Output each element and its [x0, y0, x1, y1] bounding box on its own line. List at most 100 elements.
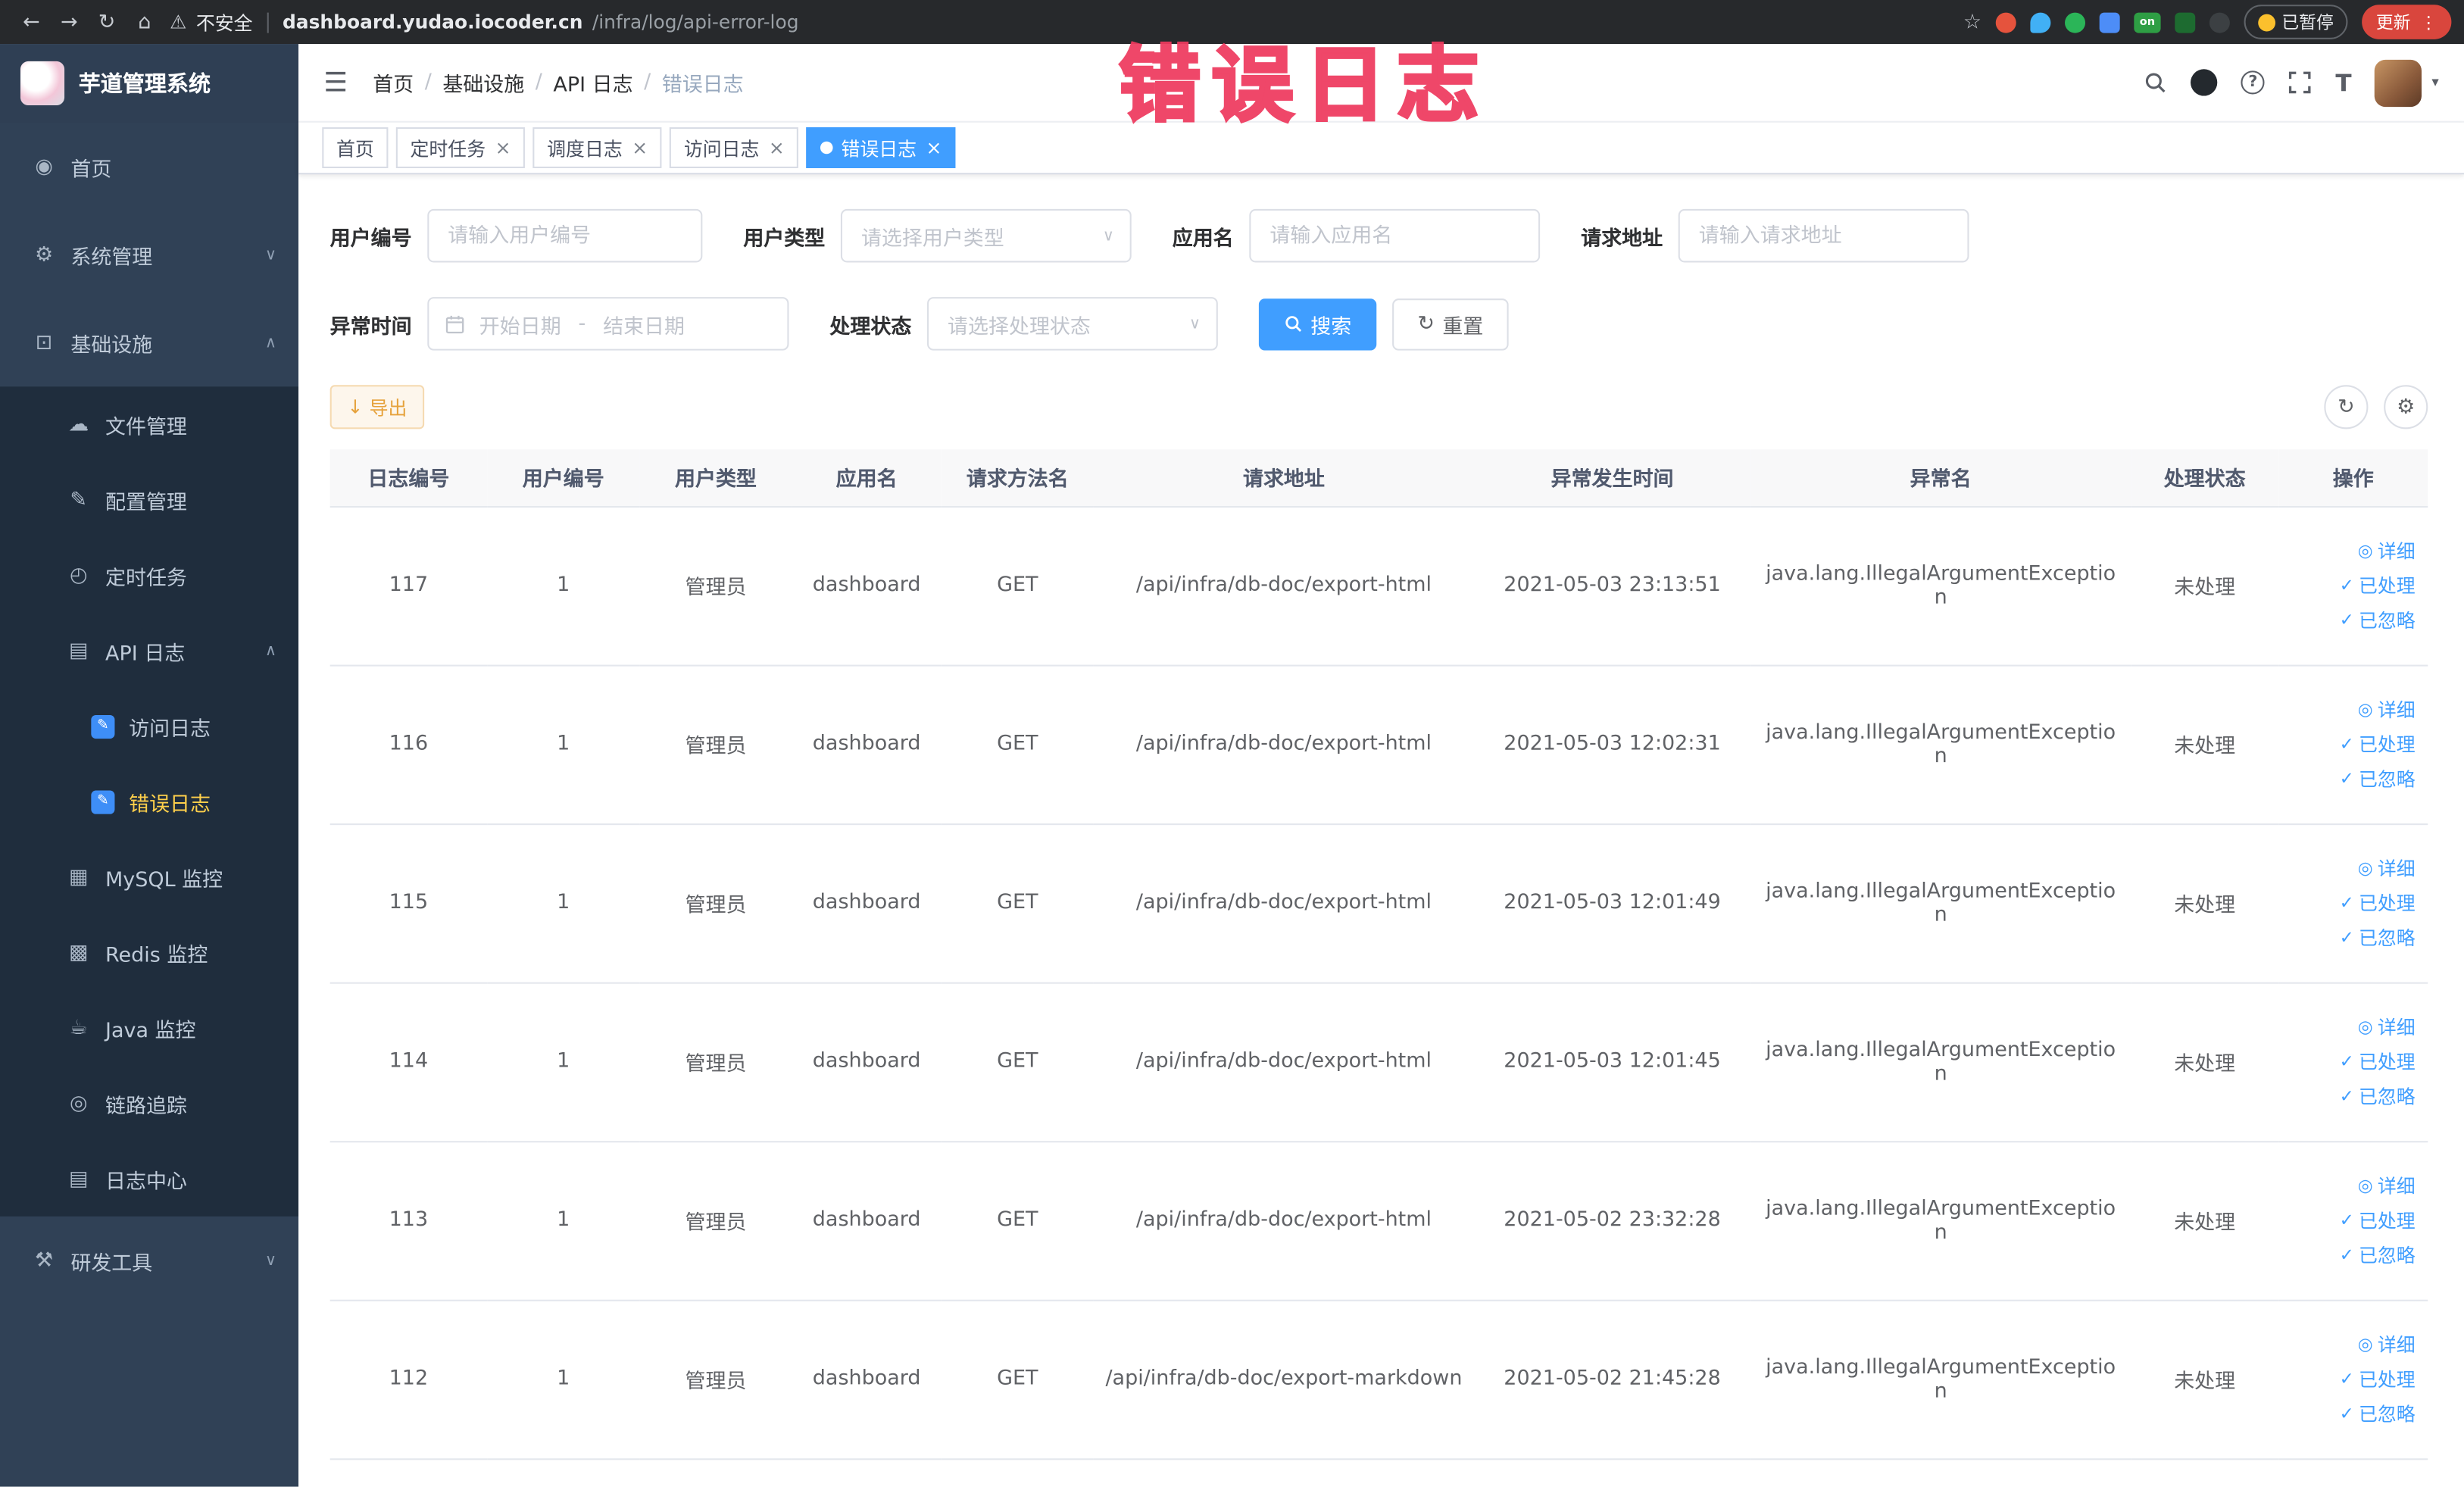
monitor-icon: ⊡	[35, 330, 53, 355]
forward-icon[interactable]: →	[50, 10, 88, 33]
tab-label: 首页	[336, 137, 374, 160]
detail-link[interactable]: ◎ 详细	[2358, 855, 2416, 882]
sidebar-item-scheduled-tasks[interactable]: ◴ 定时任务	[0, 538, 298, 614]
sidebar-item-file-management[interactable]: ☁ 文件管理	[0, 386, 298, 462]
detail-label: 详细	[2377, 1017, 2416, 1039]
processed-link[interactable]: ✓ 已处理	[2340, 1366, 2416, 1392]
back-icon[interactable]: ←	[13, 10, 51, 33]
exception-time-range[interactable]: 开始日期 - 结束日期	[427, 297, 789, 351]
screen: ← → ↻ ⌂ ⚠ 不安全 dashboard.yudao.iocoder.cn…	[0, 0, 2464, 1487]
sidebar-item-label: 文件管理	[105, 415, 187, 439]
breadcrumb-infrastructure[interactable]: 基础设施	[442, 67, 524, 98]
extension-icon-3[interactable]	[2065, 11, 2086, 33]
github-icon[interactable]	[2191, 69, 2218, 96]
address-bar[interactable]: ⚠ 不安全 dashboard.yudao.iocoder.cn/infra/l…	[170, 8, 798, 35]
table-row: 115 1 管理员 dashboard GET /api/infra/db-do…	[329, 823, 2428, 983]
processed-link[interactable]: ✓ 已处理	[2340, 889, 2416, 916]
sidebar-item-system-management[interactable]: ⚙ 系统管理 ∨	[0, 211, 298, 298]
detail-link[interactable]: ◎ 详细	[2358, 1173, 2416, 1199]
home-icon[interactable]: ⌂	[126, 10, 164, 33]
ignored-link[interactable]: ✓ 已忽略	[2340, 924, 2416, 951]
app-logo[interactable]: 芋道管理系统	[0, 44, 299, 123]
search-button[interactable]: 搜索	[1258, 298, 1377, 350]
sidebar-item-config-management[interactable]: ✎ 配置管理	[0, 462, 298, 538]
close-icon[interactable]: ×	[495, 136, 511, 158]
tab-access-log[interactable]: 访问日志 ×	[670, 127, 799, 168]
breadcrumb-home[interactable]: 首页	[373, 67, 414, 98]
process-status-select[interactable]: 请选择处理状态 ∨	[927, 297, 1218, 351]
export-button[interactable]: ↓ 导出	[329, 385, 425, 430]
detail-link[interactable]: ◎ 详细	[2358, 696, 2416, 723]
detail-link[interactable]: ◎ 详细	[2358, 1331, 2416, 1357]
refresh-button[interactable]: ↻	[2324, 385, 2369, 430]
close-icon[interactable]: ×	[769, 136, 785, 158]
detail-label: 详细	[2377, 540, 2416, 563]
search-icon[interactable]	[2144, 70, 2167, 94]
cell-exception-name: java.lang.IllegalArgumentException	[1750, 982, 2131, 1142]
reload-icon[interactable]: ↻	[88, 10, 126, 33]
sidebar-item-java-monitor[interactable]: ☕ Java 监控	[0, 990, 298, 1066]
cell-user-id: 1	[487, 982, 640, 1142]
extension-icon-2[interactable]	[2030, 11, 2051, 33]
detail-label: 详细	[2377, 699, 2416, 722]
paused-button[interactable]: 已暂停	[2244, 5, 2348, 39]
ignored-link[interactable]: ✓ 已忽略	[2340, 765, 2416, 792]
tab-scheduled-tasks[interactable]: 定时任务 ×	[395, 127, 526, 168]
sidebar-item-mysql-monitor[interactable]: ▦ MySQL 监控	[0, 839, 298, 915]
close-icon[interactable]: ×	[926, 136, 942, 158]
sidebar-item-label: 首页	[70, 158, 112, 182]
tab-home[interactable]: 首页	[322, 127, 389, 168]
sidebar-item-api-logs[interactable]: ▤ API 日志 ∧	[0, 613, 298, 689]
sidebar-item-dev-tools[interactable]: ⚒ 研发工具 ∨	[0, 1217, 298, 1304]
font-size-icon[interactable]: T	[2335, 68, 2351, 96]
extension-icon-6[interactable]	[2209, 11, 2230, 33]
sidebar-item-home[interactable]: ◉ 首页	[0, 123, 298, 211]
check-icon: ✓	[2339, 1403, 2354, 1424]
close-icon[interactable]: ×	[632, 136, 648, 158]
breadcrumb-api-logs[interactable]: API 日志	[553, 67, 632, 98]
check-icon: ✓	[2339, 1245, 2354, 1266]
caret-down-icon[interactable]: ▾	[2431, 75, 2438, 91]
sidebar-item-infrastructure[interactable]: ⊡ 基础设施 ∧	[0, 298, 298, 386]
request-url-input[interactable]	[1678, 208, 1969, 263]
sidebar-item-link-tracing[interactable]: ◎ 链路追踪	[0, 1066, 298, 1142]
processed-label: 已处理	[2358, 1051, 2416, 1073]
ignored-link[interactable]: ✓ 已忽略	[2340, 1242, 2416, 1268]
tab-label: 调度日志	[547, 137, 623, 160]
bookmark-star-icon[interactable]: ☆	[1963, 10, 1982, 33]
processed-link[interactable]: ✓ 已处理	[2340, 1048, 2416, 1075]
sidebar-item-redis-monitor[interactable]: ▩ Redis 监控	[0, 914, 298, 990]
sidebar-item-log-center[interactable]: ▤ 日志中心	[0, 1141, 298, 1217]
user-avatar[interactable]	[2375, 58, 2422, 107]
column-settings-button[interactable]: ⚙	[2384, 385, 2428, 430]
extension-icon-on[interactable]: on	[2134, 11, 2161, 33]
processed-link[interactable]: ✓ 已处理	[2340, 1207, 2416, 1233]
detail-link[interactable]: ◎ 详细	[2358, 538, 2416, 564]
tab-dispatch-log[interactable]: 调度日志 ×	[532, 127, 662, 168]
extension-icon-4[interactable]	[2099, 11, 2120, 33]
cell-app-name: dashboard	[792, 1299, 942, 1460]
sidebar-item-access-log[interactable]: ✎ 访问日志	[0, 689, 298, 764]
update-button[interactable]: 更新 ⋮	[2362, 5, 2452, 39]
tab-error-log[interactable]: 错误日志 ×	[806, 127, 957, 168]
reset-button[interactable]: ↻ 重置	[1392, 298, 1509, 350]
hamburger-icon[interactable]: ☰	[323, 67, 348, 98]
ignored-link[interactable]: ✓ 已忽略	[2340, 1082, 2416, 1109]
processed-link[interactable]: ✓ 已处理	[2340, 731, 2416, 758]
extension-icon-1[interactable]	[1995, 11, 2016, 33]
help-icon[interactable]: ?	[2241, 70, 2266, 95]
detail-link[interactable]: ◎ 详细	[2358, 1014, 2416, 1040]
filter-row-2: 异常时间 开始日期 - 结束日期 处理状态 请选择处理状态 ∨ 搜索 ↻ 重置	[330, 297, 2428, 351]
breadcrumb-separator: /	[535, 70, 542, 95]
cell-method: GET	[941, 1299, 1094, 1460]
user-id-input[interactable]	[427, 208, 703, 263]
sidebar-item-error-log[interactable]: ✎ 错误日志	[0, 764, 298, 839]
chevron-down-icon: ∨	[264, 245, 277, 264]
ignored-link[interactable]: ✓ 已忽略	[2340, 607, 2416, 633]
app-name-input[interactable]	[1249, 208, 1541, 263]
processed-link[interactable]: ✓ 已处理	[2340, 572, 2416, 598]
extension-icon-5[interactable]	[2175, 11, 2196, 33]
user-type-select[interactable]: 请选择用户类型 ∨	[840, 208, 1132, 263]
ignored-link[interactable]: ✓ 已忽略	[2340, 1400, 2416, 1426]
fullscreen-icon[interactable]	[2288, 70, 2312, 94]
